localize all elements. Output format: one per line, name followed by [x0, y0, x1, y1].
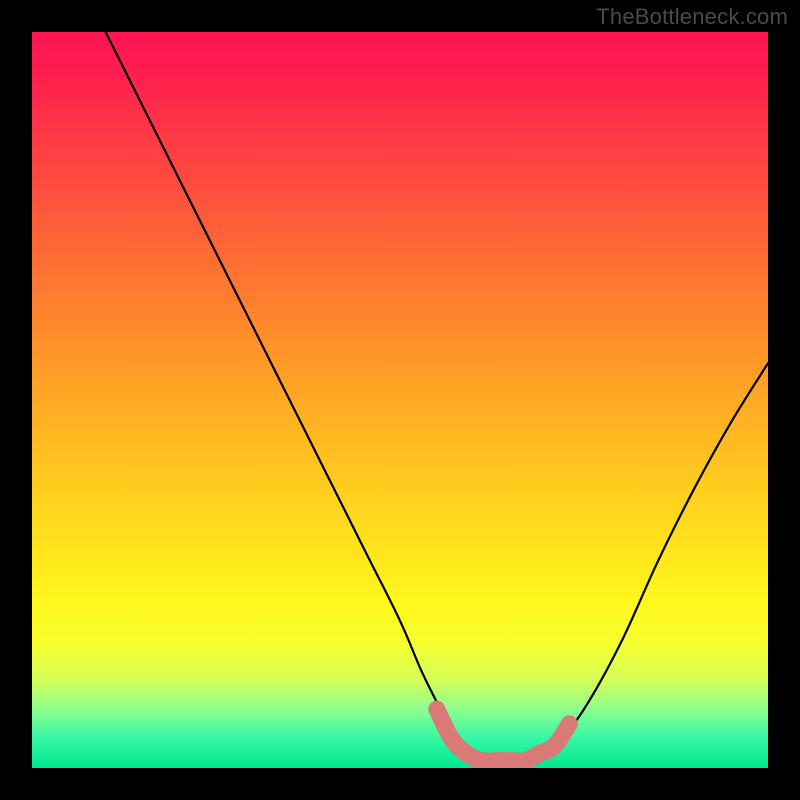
watermark-text: TheBottleneck.com: [596, 4, 788, 30]
bottleneck-curve: [106, 32, 768, 768]
plot-area: [32, 32, 768, 768]
chart-frame: TheBottleneck.com: [0, 0, 800, 800]
optimal-zone-marker: [437, 709, 569, 761]
curve-layer: [32, 32, 768, 768]
